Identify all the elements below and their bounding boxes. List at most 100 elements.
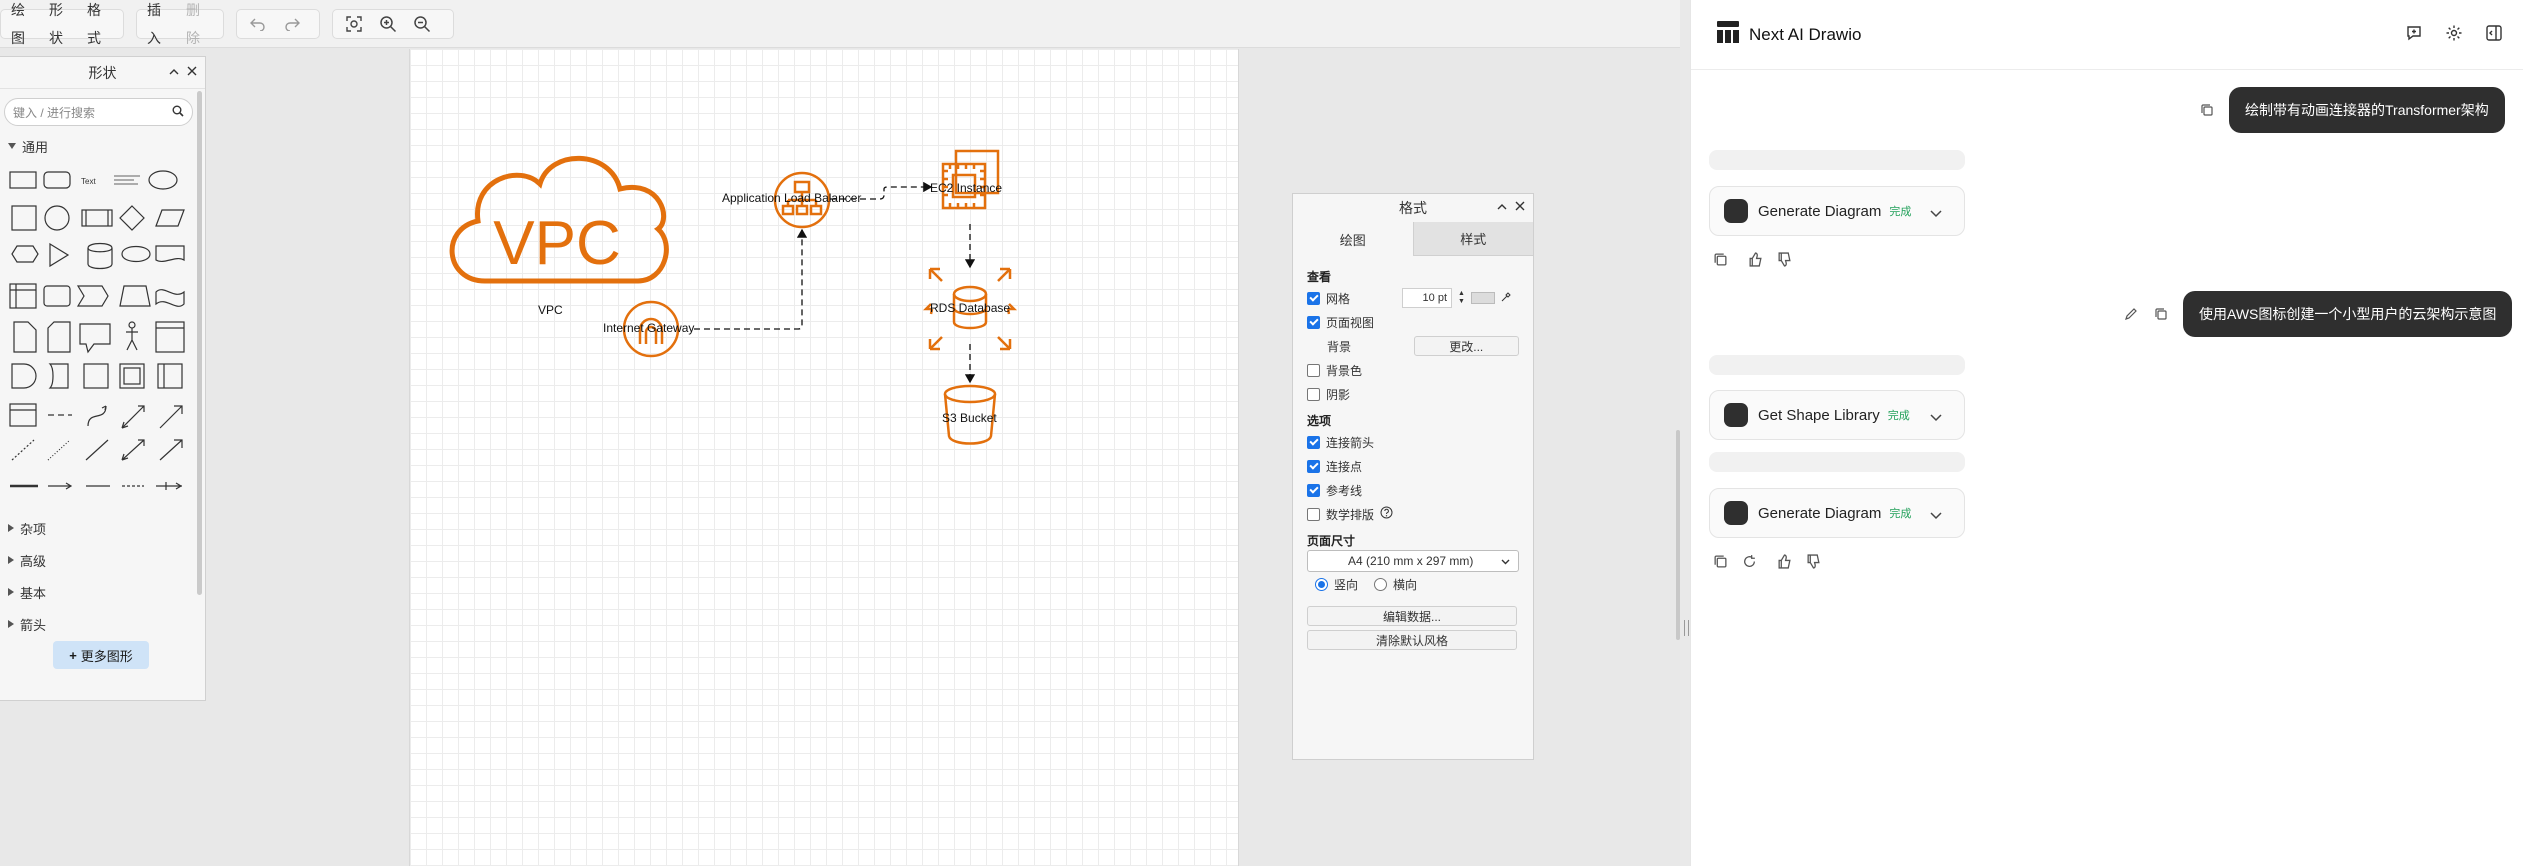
section-arrows-label: 箭头 <box>20 617 47 633</box>
tool-name: Get Shape Library <box>1758 406 1880 424</box>
grid-color-swatch[interactable] <box>1470 292 1495 304</box>
panel-resize-handle[interactable] <box>1684 620 1689 636</box>
search-placeholder: 键入 / 进行搜索 <box>13 105 96 120</box>
zoom-out-icon[interactable] <box>405 10 439 38</box>
alb-label: Application Load Balancer <box>722 191 862 205</box>
tab-diagram[interactable]: 绘图 <box>1293 222 1413 256</box>
collapsed-sections: 杂项 高级 基本 箭头 <box>0 512 205 640</box>
close-icon[interactable] <box>1515 199 1525 214</box>
landscape-radio[interactable] <box>1374 577 1388 591</box>
background-label: 背景 <box>1327 339 1352 354</box>
delete-button[interactable]: 删除 <box>180 2 219 46</box>
help-icon[interactable] <box>1380 506 1393 522</box>
tab-style[interactable]: 样式 <box>1412 222 1533 256</box>
change-background-button[interactable]: 更改... <box>1413 336 1519 356</box>
edit-icon[interactable] <box>2124 307 2138 321</box>
shapes-panel-header: 形状 <box>0 57 205 89</box>
shape-search-input[interactable]: 键入 / 进行搜索 <box>4 98 193 126</box>
thumbs-down-icon[interactable] <box>1806 554 1821 569</box>
bg-color-checkbox[interactable] <box>1307 363 1320 377</box>
connection-points-row: 连接点 <box>1307 454 1519 478</box>
clear-default-style-button[interactable]: 清除默认风格 <box>1307 630 1517 650</box>
thumbs-up-icon[interactable] <box>1748 252 1763 267</box>
toolbar: 绘图 形状 格式 插入 删除 <box>0 0 1680 48</box>
collapse-panel-icon[interactable] <box>2485 24 2503 47</box>
close-icon[interactable] <box>187 64 197 79</box>
regenerate-icon[interactable] <box>1742 554 1757 569</box>
shadow-checkbox[interactable] <box>1307 387 1320 401</box>
page-view-row: 页面视图 <box>1307 310 1519 334</box>
tool-call-card[interactable]: Get Shape Library 完成 <box>1709 390 1965 440</box>
chat-header: Next AI Drawio <box>1691 0 2523 70</box>
section-advanced[interactable]: 高级 <box>0 544 205 576</box>
copy-icon[interactable] <box>2154 307 2168 321</box>
insert-button[interactable]: 插入 <box>141 2 180 46</box>
math-checkbox[interactable] <box>1307 507 1320 521</box>
chevron-down-icon <box>1501 554 1510 568</box>
edit-group: 插入 删除 <box>136 2 224 46</box>
options-section-title: 选项 <box>1307 414 1332 428</box>
grid-checkbox[interactable] <box>1307 291 1320 305</box>
menu-format[interactable]: 格式 <box>81 2 119 46</box>
stepper-icon[interactable]: ▲ ▼ <box>1458 290 1465 306</box>
settings-icon[interactable] <box>2445 24 2463 47</box>
guides-label: 参考线 <box>1326 483 1363 498</box>
menu-shapes[interactable]: 形状 <box>43 2 81 46</box>
shadow-row: 阴影 <box>1307 382 1519 406</box>
edit-data-button[interactable]: 编辑数据... <box>1307 606 1517 626</box>
section-misc-label: 杂项 <box>20 521 47 537</box>
search-icon[interactable] <box>172 105 184 120</box>
diagram-canvas[interactable]: VPC VPC Application Load Balancer EC2 In… <box>409 49 1239 866</box>
copy-icon[interactable] <box>2200 103 2214 117</box>
shapes-panel: 形状 键入 / 进行搜索 通用 Text 杂项 高级 基本 箭头 + 更多图形 <box>0 56 206 701</box>
page-view-checkbox[interactable] <box>1307 315 1320 329</box>
chevron-down-icon[interactable] <box>1930 507 1942 525</box>
thumbs-down-icon[interactable] <box>1777 252 1792 267</box>
general-shapes-grid[interactable]: Text <box>6 162 192 500</box>
tool-call-card[interactable]: Generate Diagram 完成 <box>1709 488 1965 538</box>
landscape-label: 横向 <box>1393 577 1418 592</box>
portrait-label: 竖向 <box>1334 577 1359 592</box>
shapes-scrollbar[interactable] <box>197 91 202 595</box>
grid-size-input[interactable]: 10 pt <box>1402 288 1452 308</box>
collapse-icon[interactable] <box>169 64 179 79</box>
format-body: 查看 网格 10 pt ▲ ▼ 页面视图 背景 更改... 背景色 阴影 选项 … <box>1293 268 1533 650</box>
menu-draw[interactable]: 绘图 <box>5 2 43 46</box>
more-shapes-button[interactable]: + 更多图形 <box>53 641 149 669</box>
tool-icon <box>1724 199 1748 223</box>
ec2-label: EC2 Instance <box>930 181 1003 195</box>
portrait-radio[interactable] <box>1315 577 1328 591</box>
collapse-icon[interactable] <box>1497 199 1507 214</box>
eyedropper-icon[interactable] <box>1501 291 1511 305</box>
plus-icon: + <box>69 647 77 663</box>
drawio-editor: 绘图 形状 格式 插入 删除 形状 键入 / 进行搜索 通用 Text 杂项 高… <box>0 0 1689 866</box>
section-basic[interactable]: 基本 <box>0 576 205 608</box>
zoom-in-icon[interactable] <box>371 10 405 38</box>
undo-icon[interactable] <box>241 10 275 38</box>
section-misc[interactable]: 杂项 <box>0 512 205 544</box>
chevron-down-icon[interactable] <box>1930 205 1942 223</box>
copy-icon[interactable] <box>1713 554 1728 569</box>
redo-icon[interactable] <box>275 10 309 38</box>
section-general[interactable]: 通用 <box>0 130 205 162</box>
thumbs-up-icon[interactable] <box>1777 554 1792 569</box>
s3-label: S3 Bucket <box>942 411 997 425</box>
page-size-select[interactable]: A4 (210 mm x 297 mm) <box>1307 550 1519 572</box>
canvas-scrollbar[interactable] <box>1676 430 1680 640</box>
section-arrows[interactable]: 箭头 <box>0 608 205 640</box>
tool-icon <box>1724 403 1748 427</box>
guides-checkbox[interactable] <box>1307 483 1320 497</box>
connection-arrows-label: 连接箭头 <box>1326 435 1375 450</box>
math-row: 数学排版 <box>1307 502 1519 526</box>
fit-icon[interactable] <box>337 10 371 38</box>
connection-arrows-checkbox[interactable] <box>1307 435 1320 449</box>
new-chat-icon[interactable] <box>2405 24 2423 47</box>
user-message: 使用AWS图标创建一个小型用户的云架构示意图 <box>2183 291 2513 337</box>
expanded-icon <box>8 143 16 149</box>
chevron-down-icon[interactable] <box>1930 409 1942 427</box>
format-panel: 格式 绘图 样式 查看 网格 10 pt ▲ ▼ 页面视图 背景 更改... 背… <box>1292 193 1534 760</box>
tool-call-card[interactable]: Generate Diagram 完成 <box>1709 186 1965 236</box>
message-actions <box>1713 554 1821 569</box>
copy-icon[interactable] <box>1713 252 1728 267</box>
connection-points-checkbox[interactable] <box>1307 459 1320 473</box>
